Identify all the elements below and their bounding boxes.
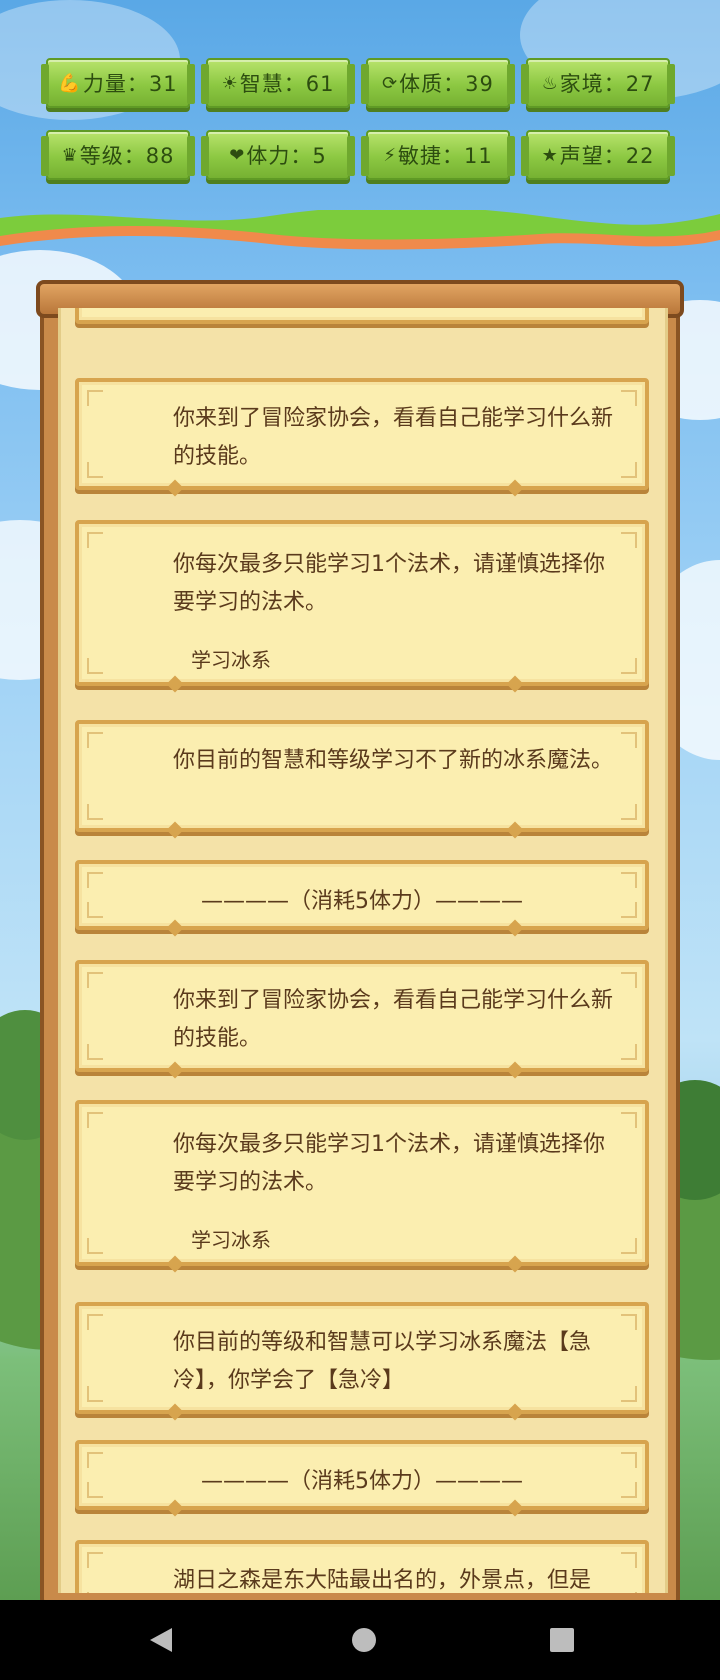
stat-badge: ❤ 体力：5 xyxy=(201,130,355,180)
sun-icon: ☀ xyxy=(221,72,238,94)
log-card: 湖日之森是东大陆最出名的，外景点，但是 xyxy=(75,1540,649,1593)
family-icon: ♨ xyxy=(541,72,558,94)
corner-ornament xyxy=(621,732,637,748)
home-button[interactable] xyxy=(350,1626,378,1654)
stat-label: 力量：31 xyxy=(82,72,178,96)
stat-label: 体质：39 xyxy=(399,72,494,96)
card-notch xyxy=(506,1255,524,1273)
stat-badge: ♛ 等级：88 xyxy=(41,130,195,180)
corner-ornament xyxy=(621,1552,637,1568)
corner-ornament xyxy=(87,462,103,478)
stat-badge: ⟳ 体质：39 xyxy=(361,58,515,108)
corner-ornament xyxy=(87,1044,103,1060)
log-text: 你目前的智慧和等级学习不了新的冰系魔法。 xyxy=(173,748,614,773)
corner-ornament xyxy=(87,390,103,406)
corner-ornament xyxy=(87,1386,103,1402)
stat-label: 敏捷：11 xyxy=(397,144,493,168)
log-card-partial xyxy=(75,308,649,324)
card-notch xyxy=(166,1061,184,1079)
learn-ice-option[interactable]: 学习冰系 xyxy=(191,644,271,673)
stat-badge: ★ 声望：22 xyxy=(521,130,675,180)
corner-ornament xyxy=(621,1112,637,1128)
card-notch xyxy=(166,1403,184,1421)
stamina-cost-text: ————（消耗5体力）———— xyxy=(201,1469,523,1494)
stat-label: 家境：27 xyxy=(559,72,655,96)
card-notch xyxy=(506,675,524,693)
corner-ornament xyxy=(87,1314,103,1330)
log-card: 你来到了冒险家协会，看看自己能学习什么新的技能。 xyxy=(75,378,649,497)
log-text: 湖日之森是东大陆最出名的，外景点，但是 xyxy=(173,1568,592,1593)
corner-ornament xyxy=(87,1112,103,1128)
grass-ribbon xyxy=(0,210,720,250)
lightning-icon: ⚡ xyxy=(383,144,396,166)
heart-icon: ❤ xyxy=(229,144,245,166)
card-notch xyxy=(166,821,184,839)
corner-ornament xyxy=(87,1592,103,1593)
log-text: 你来到了冒险家协会，看看自己能学习什么新的技能。 xyxy=(173,988,614,1051)
card-notch xyxy=(166,479,184,497)
back-button[interactable] xyxy=(148,1626,176,1654)
event-log[interactable]: 你来到了冒险家协会，看看自己能学习什么新的技能。 你每次最多只能学习1个法术，请谨… xyxy=(58,308,668,1593)
card-notch xyxy=(166,675,184,693)
log-text: 你来到了冒险家协会，看看自己能学习什么新的技能。 xyxy=(173,406,614,469)
log-card: 你每次最多只能学习1个法术，请谨慎选择你要学习的法术。学习冰系 xyxy=(75,520,649,693)
corner-ornament xyxy=(87,1238,103,1254)
corner-ornament xyxy=(621,1314,637,1330)
card-notch xyxy=(506,821,524,839)
log-card: 你目前的智慧和等级学习不了新的冰系魔法。 xyxy=(75,720,649,839)
card-notch xyxy=(506,1061,524,1079)
stat-label: 声望：22 xyxy=(559,144,655,168)
card-notch xyxy=(166,1255,184,1273)
crown-icon: ♛ xyxy=(61,144,78,166)
corner-ornament xyxy=(621,658,637,674)
corner-ornament xyxy=(87,732,103,748)
log-card: 你每次最多只能学习1个法术，请谨慎选择你要学习的法术。学习冰系 xyxy=(75,1100,649,1273)
stat-label: 体力：5 xyxy=(246,144,327,168)
body-icon: ⟳ xyxy=(382,72,398,94)
corner-ornament xyxy=(87,658,103,674)
log-separator: ————（消耗5体力）———— xyxy=(75,860,649,937)
corner-ornament xyxy=(621,972,637,988)
recents-button[interactable] xyxy=(548,1626,576,1654)
corner-ornament xyxy=(621,804,637,820)
log-card: 你目前的等级和智慧可以学习冰系魔法【急冷】，你学会了【急冷】 xyxy=(75,1302,649,1421)
corner-ornament xyxy=(621,1592,637,1593)
stamina-cost-text: ————（消耗5体力）———— xyxy=(201,889,523,914)
learn-ice-option[interactable]: 学习冰系 xyxy=(191,1224,271,1253)
card-notch xyxy=(506,479,524,497)
stat-badge: ♨ 家境：27 xyxy=(521,58,675,108)
corner-ornament xyxy=(621,1386,637,1402)
corner-ornament xyxy=(621,390,637,406)
corner-ornament xyxy=(621,1238,637,1254)
corner-ornament xyxy=(621,1044,637,1060)
corner-ornament xyxy=(87,532,103,548)
log-text: 你每次最多只能学习1个法术，请谨慎选择你要学习的法术。 xyxy=(173,552,605,615)
log-separator: ————（消耗5体力）———— xyxy=(75,1440,649,1517)
corner-ornament xyxy=(87,1552,103,1568)
corner-ornament xyxy=(87,804,103,820)
corner-ornament xyxy=(621,462,637,478)
bicep-icon: 💪 xyxy=(58,72,81,94)
stat-label: 等级：88 xyxy=(79,144,175,168)
corner-ornament xyxy=(87,972,103,988)
log-card: 你来到了冒险家协会，看看自己能学习什么新的技能。 xyxy=(75,960,649,1079)
stat-badge: 💪 力量：31 xyxy=(41,58,195,108)
android-nav-bar xyxy=(0,1600,720,1680)
star-icon: ★ xyxy=(541,144,558,166)
stat-badge: ☀ 智慧：61 xyxy=(201,58,355,108)
log-text: 你每次最多只能学习1个法术，请谨慎选择你要学习的法术。 xyxy=(173,1132,605,1195)
stat-badge: ⚡ 敏捷：11 xyxy=(361,130,515,180)
card-notch xyxy=(506,1403,524,1421)
stat-label: 智慧：61 xyxy=(239,72,335,96)
corner-ornament xyxy=(621,532,637,548)
log-text: 你目前的等级和智慧可以学习冰系魔法【急冷】，你学会了【急冷】 xyxy=(173,1330,592,1393)
